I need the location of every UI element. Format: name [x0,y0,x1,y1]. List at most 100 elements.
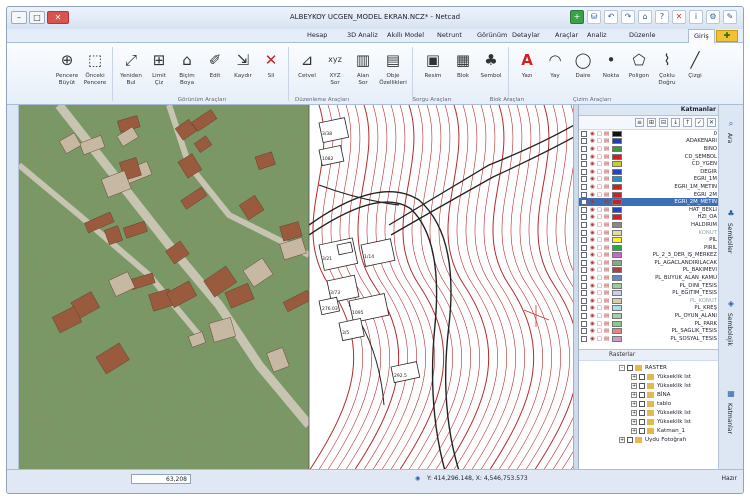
layer-color-swatch[interactable] [612,320,622,327]
quick-access-button[interactable]: ? [655,10,669,24]
layer-row[interactable]: ◉ ▢ ▤ PL_2_3_DER_İŞ_MERKEZ [579,252,720,260]
layer-list[interactable]: ◉ ▢ ▤ 0 ◉ ▢ ▤ ADAKENARI ◉ ▢ ▤ BİNO ◉ ▢ ▤ CD_SEMBOL ◉ ▢ ▤ CD… [579,130,720,350]
lock-icon[interactable]: ▢ [596,305,603,311]
lock-icon[interactable]: ▢ [596,222,603,228]
tree-node-checkbox[interactable] [639,373,645,380]
layer-row[interactable]: ◉ ▢ ▤ PL_KONUT [579,297,720,305]
layer-tool-button[interactable]: ↓ [671,118,680,127]
layer-color-swatch[interactable] [612,214,622,221]
eye-icon[interactable]: ◉ [589,154,596,160]
layer-color-swatch[interactable] [612,183,622,190]
layer-color-swatch[interactable] [612,168,622,175]
layer-visibility-checkbox[interactable] [581,335,587,342]
layer-visibility-checkbox[interactable] [581,275,587,282]
ribbon-button-14[interactable]: ✕ Sil [257,47,285,95]
expand-toggle-icon[interactable]: + [631,409,637,416]
ribbon-button-10[interactable]: ▤ Obje Özellikleri [377,47,409,95]
ribbon-button-2[interactable]: ⬠ Poligon [625,47,653,95]
tree-node[interactable]: + Yükseklik lst [579,372,720,381]
layer-row[interactable]: ◉ ▢ ▤ ADAKENARI [579,138,720,146]
ribbon-button-3[interactable]: • Nokta [597,47,625,95]
side-tab-3[interactable]: Katmanlar [726,403,733,434]
lock-icon[interactable]: ▢ [596,199,603,205]
map-svg[interactable]: 3/38 1082 3/21 1/14 3/73 1095 3/5 276.03 292.5 [19,105,574,471]
tab-8[interactable]: 3D Analiz [347,31,378,39]
layer-tool-button[interactable]: ⊟ [659,118,668,127]
tree-node-checkbox[interactable] [639,427,645,434]
layer-color-swatch[interactable] [612,244,622,251]
layer-tool-button[interactable]: ≡ [635,118,644,127]
eye-icon[interactable]: ◉ [589,138,596,144]
layer-visibility-checkbox[interactable] [581,145,587,152]
layer-color-swatch[interactable] [612,313,622,320]
lock-icon[interactable]: ▢ [596,313,603,319]
eye-icon[interactable]: ◉ [589,245,596,251]
ribbon-button-18[interactable]: ⊞ Limit Çiz [145,47,173,95]
ribbon-button-19[interactable]: ⤢ Yeniden Bul [117,47,145,95]
quick-access-button[interactable]: ⚙ [706,10,720,24]
layer-visibility-checkbox[interactable] [581,297,587,304]
eye-icon[interactable]: ◉ [589,214,596,220]
lock-icon[interactable]: ▢ [596,230,603,236]
layer-tool-button[interactable]: ✕ [707,118,716,127]
lock-icon[interactable]: ▢ [596,260,603,266]
layer-color-swatch[interactable] [612,153,622,160]
layer-row[interactable]: ◉ ▢ ▤ PL_BUYUK_ALAN_KAMU [579,274,720,282]
layer-color-swatch[interactable] [612,145,622,152]
lock-icon[interactable]: ▢ [596,245,603,251]
eye-icon[interactable]: ◉ [589,184,596,190]
eye-icon[interactable]: ◉ [589,275,596,281]
layer-tool-button[interactable]: ✓ [695,118,704,127]
print-icon[interactable]: ▤ [603,313,610,319]
layer-color-swatch[interactable] [612,275,622,282]
eye-icon[interactable]: ◉ [589,321,596,327]
print-icon[interactable]: ▤ [603,305,610,311]
eye-icon[interactable]: ◉ [589,222,596,228]
layer-visibility-checkbox[interactable] [581,313,587,320]
print-icon[interactable]: ▤ [603,192,610,198]
print-icon[interactable]: ▤ [603,328,610,334]
quick-access-button[interactable]: ✕ [672,10,686,24]
layer-row[interactable]: ◉ ▢ ▤ PL_SOSYAL_TESIS [579,335,720,343]
zoom-field[interactable]: 63,208 [131,474,191,484]
tab-4[interactable]: Detaylar [512,31,540,39]
expand-toggle-icon[interactable]: + [631,400,637,407]
quick-access-button[interactable]: i [689,10,703,24]
print-icon[interactable]: ▤ [603,267,610,273]
layer-row[interactable]: ◉ ▢ ▤ PİL [579,236,720,244]
print-icon[interactable]: ▤ [603,252,610,258]
layer-visibility-checkbox[interactable] [581,221,587,228]
quick-access-button[interactable]: ⌂ [638,10,652,24]
side-tab-0[interactable]: Ara [726,133,733,143]
eye-icon[interactable]: ◉ [589,161,596,167]
layer-visibility-checkbox[interactable] [581,176,587,183]
layer-visibility-checkbox[interactable] [581,252,587,259]
symbol-icon[interactable]: ♣ [726,209,736,219]
layer-color-swatch[interactable] [612,237,622,244]
lock-icon[interactable]: ▢ [596,207,603,213]
layer-color-swatch[interactable] [612,138,622,145]
print-icon[interactable]: ▤ [603,176,610,182]
ribbon-button-7[interactable]: ♣ Sembol [477,47,505,95]
eye-icon[interactable]: ◉ [589,267,596,273]
print-icon[interactable]: ▤ [603,199,610,205]
layer-visibility-checkbox[interactable] [581,237,587,244]
print-icon[interactable]: ▤ [603,237,610,243]
tree-node-checkbox[interactable] [639,400,645,407]
lock-icon[interactable]: ▢ [596,321,603,327]
ribbon-button-16[interactable]: ✐ Edit [201,47,229,95]
tree-node[interactable]: + Uydu Fotoğrafı [579,435,720,444]
layer-row[interactable]: ◉ ▢ ▤ EĞRİ_2M [579,191,720,199]
layer-color-swatch[interactable] [612,305,622,312]
layer-visibility-checkbox[interactable] [581,138,587,145]
ribbon-button-6[interactable]: A Yazı [513,47,541,95]
layer-color-swatch[interactable] [612,229,622,236]
expand-toggle-icon[interactable]: + [631,382,637,389]
layer-visibility-checkbox[interactable] [581,229,587,236]
layer-row[interactable]: ◉ ▢ ▤ EĞRİ_1M_METİN [579,183,720,191]
tab-6[interactable]: Netrunt [437,31,462,39]
ribbon-button-17[interactable]: ⌂ Biçim Boya [173,47,201,95]
tree-node[interactable]: + BİNA [579,390,720,399]
lock-icon[interactable]: ▢ [596,138,603,144]
print-icon[interactable]: ▤ [603,283,610,289]
